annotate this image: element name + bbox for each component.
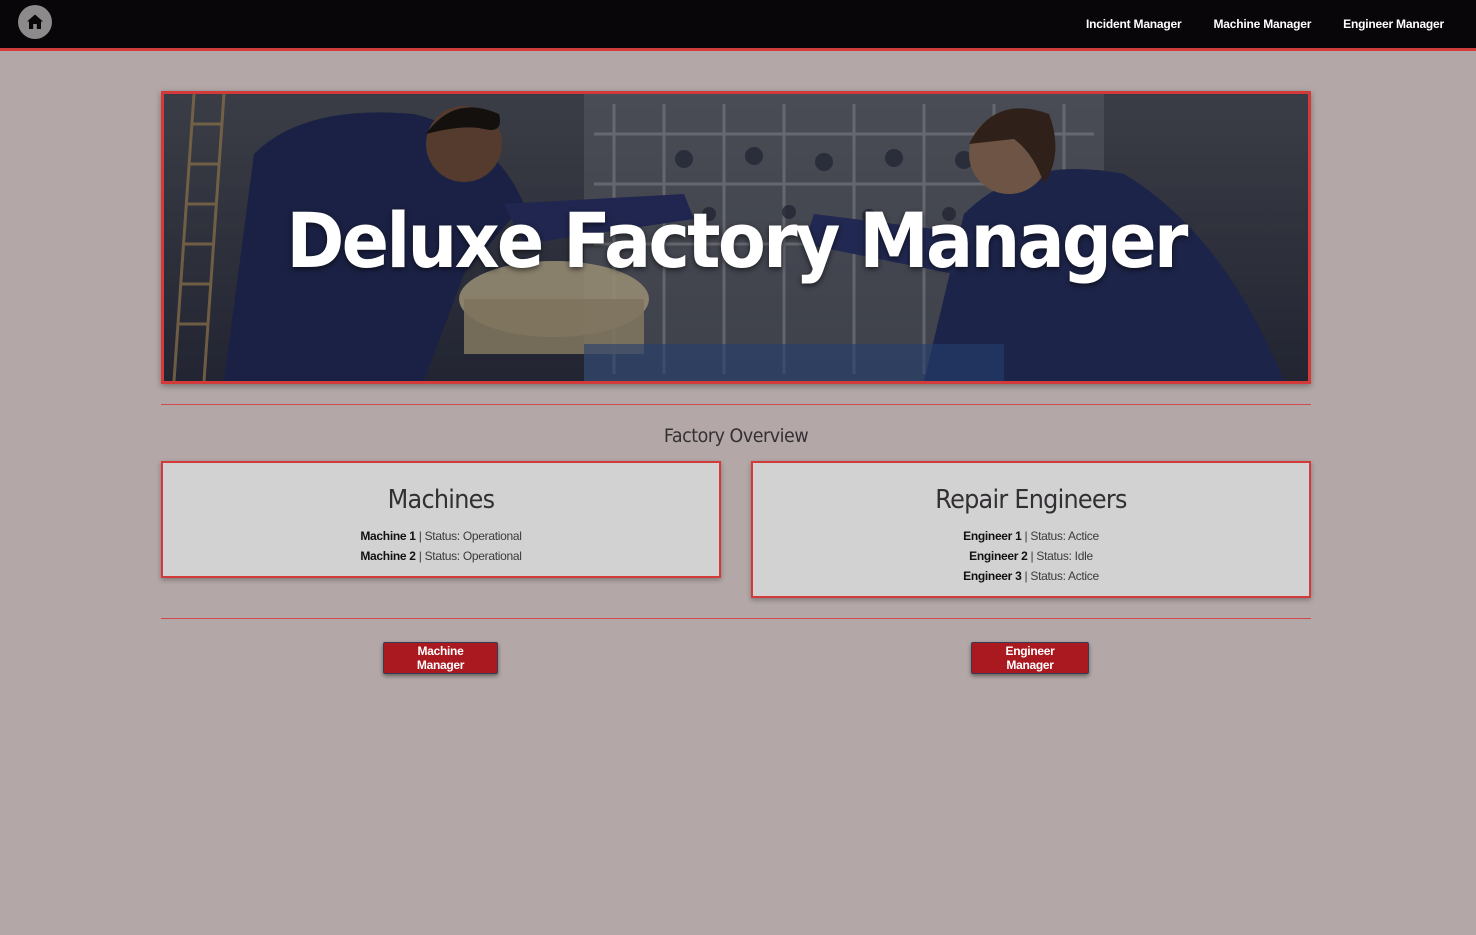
engineer-row: Engineer 1 | Status: Actice (753, 526, 1309, 546)
nav-link-incident-manager[interactable]: Incident Manager (1086, 17, 1182, 31)
divider-top (161, 404, 1311, 405)
machine-row: Machine 1 | Status: Operational (163, 526, 719, 546)
engineer-row: Engineer 2 | Status: Idle (753, 546, 1309, 566)
top-navbar: Incident Manager Machine Manager Enginee… (0, 0, 1476, 51)
machines-list: Machine 1 | Status: Operational Machine … (163, 526, 719, 566)
machine-status: | Status: Operational (418, 549, 522, 563)
engineer-status: | Status: Actice (1024, 529, 1100, 543)
machine-manager-button[interactable]: Machine Manager (383, 642, 498, 674)
engineer-row: Engineer 3 | Status: Actice (753, 566, 1309, 586)
divider-bottom (161, 618, 1311, 619)
engineer-status: | Status: Idle (1030, 549, 1094, 563)
nav-link-machine-manager[interactable]: Machine Manager (1213, 17, 1311, 31)
home-button[interactable] (18, 5, 52, 39)
repair-engineers-card: Repair Engineers Engineer 1 | Status: Ac… (751, 461, 1311, 598)
machine-name: Machine 1 (360, 529, 416, 543)
hero-banner: Deluxe Factory Manager (161, 91, 1311, 384)
engineer-status: | Status: Actice (1024, 569, 1100, 583)
machines-card: Machines Machine 1 | Status: Operational… (161, 461, 721, 578)
engineer-name: Engineer 3 (963, 569, 1022, 583)
hero-title: Deluxe Factory Manager (286, 196, 1188, 285)
machine-status: | Status: Operational (418, 529, 522, 543)
machine-name: Machine 2 (360, 549, 416, 563)
machines-card-title: Machines (387, 485, 495, 515)
engineers-list: Engineer 1 | Status: Actice Engineer 2 |… (753, 526, 1309, 586)
nav-link-engineer-manager[interactable]: Engineer Manager (1343, 17, 1444, 31)
nav-links: Incident Manager Machine Manager Enginee… (1086, 0, 1444, 48)
home-icon (27, 14, 43, 29)
engineer-manager-button[interactable]: Engineer Manager (971, 642, 1089, 674)
factory-overview-title: Factory Overview (663, 425, 809, 447)
machine-row: Machine 2 | Status: Operational (163, 546, 719, 566)
repair-engineers-card-title: Repair Engineers (935, 485, 1127, 515)
engineer-name: Engineer 1 (963, 529, 1022, 543)
engineer-name: Engineer 2 (969, 549, 1028, 563)
